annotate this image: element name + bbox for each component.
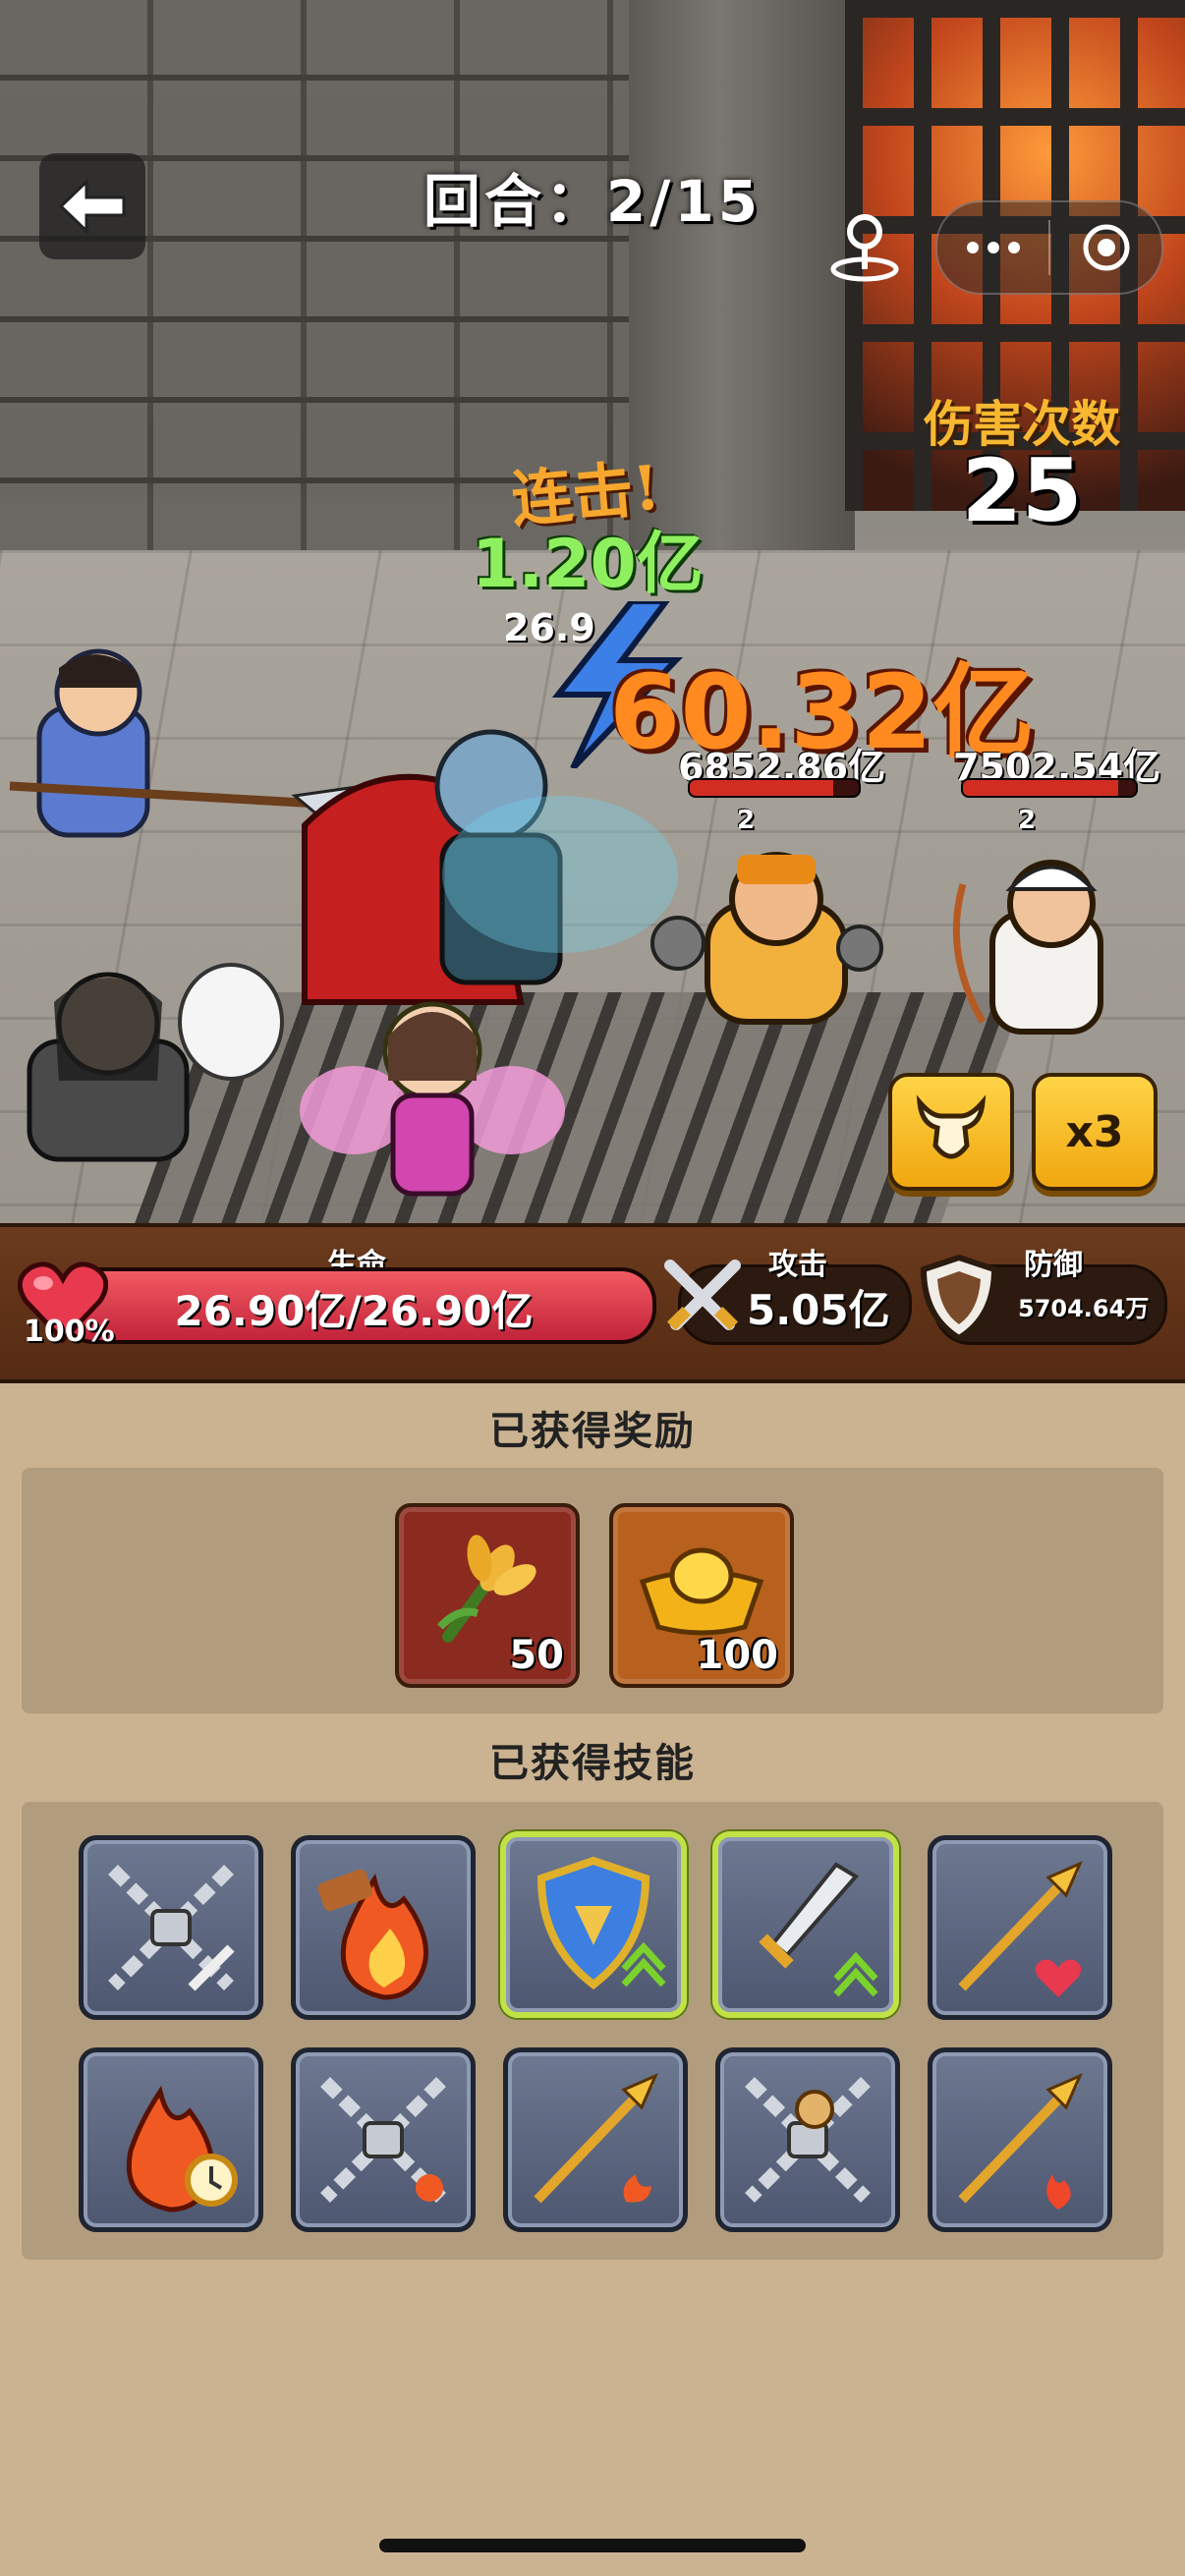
hp-percent: 100% <box>24 1315 115 1349</box>
skill-slot[interactable] <box>715 2047 900 2232</box>
rewards-panel <box>22 1468 1163 1713</box>
attack-value: 5.05亿 <box>747 1286 890 1334</box>
skill-slot[interactable] <box>291 2047 476 2232</box>
reward-item[interactable]: 50 <box>395 1503 580 1688</box>
more-dots-icon <box>966 242 1020 253</box>
skill-slot[interactable] <box>79 1835 263 2020</box>
combo-damage: 1.20亿 <box>472 526 704 603</box>
skill-slot[interactable] <box>503 2047 688 2232</box>
reward-qty: 100 <box>696 1633 779 1678</box>
skill-slot-highlighted[interactable] <box>500 1831 687 2018</box>
enemy-hp-bar <box>961 778 1138 798</box>
spear-heart-icon <box>958 1861 1083 1997</box>
defense-value: 5704.64万 <box>1018 1295 1150 1322</box>
shield-icon <box>920 1254 998 1342</box>
hero-strategist <box>27 963 284 1162</box>
stone-pillar <box>629 0 855 550</box>
enemy-level-badge: 2 <box>1018 806 1037 835</box>
reward-qty: 50 <box>509 1633 564 1678</box>
target-circle-icon <box>1083 224 1129 271</box>
spear-fire-icon <box>534 2073 658 2204</box>
gold-ingot-icon <box>639 1547 764 1636</box>
damage-count-value: 25 <box>961 440 1083 541</box>
hp-value: 26.90亿/26.90亿 <box>174 1287 534 1335</box>
speed-button[interactable]: x3 <box>1032 1073 1157 1191</box>
location-pin-icon[interactable] <box>827 208 902 283</box>
chain-lock-arrow-icon <box>745 2077 871 2203</box>
skill-slot[interactable] <box>79 2047 263 2232</box>
skill-slot[interactable] <box>291 1835 476 2020</box>
battle-scene: 回合：2/15 伤害次数 25 连击! 1.20亿 26.9 60.32亿 68… <box>0 0 1185 1223</box>
chain-lock-sword-icon <box>108 1865 235 1991</box>
chain-lock-fire-icon <box>320 2077 446 2203</box>
enemy-hp-fill <box>690 780 834 796</box>
enemy-level-badge: 2 <box>737 806 756 835</box>
speed-label: x3 <box>1065 1106 1124 1157</box>
mini-program-capsule <box>935 200 1163 295</box>
skill-slot-highlighted[interactable] <box>712 1831 899 2018</box>
grain-icon <box>437 1535 536 1643</box>
reward-item[interactable]: 100 <box>609 1503 794 1688</box>
hero-dancer <box>300 1001 565 1197</box>
shield-upgrade-icon <box>536 1856 666 1990</box>
fire-clock-icon <box>126 2085 238 2212</box>
enemy-hp-fill <box>963 780 1119 796</box>
enemy-archer <box>952 860 1103 1035</box>
auto-skill-button[interactable] <box>888 1073 1014 1191</box>
bull-head-icon <box>916 1094 987 1159</box>
enemy-hp-bar <box>688 778 861 798</box>
rewards-title: 已获得奖励 <box>489 1409 696 1454</box>
skills-title: 已获得技能 <box>489 1741 696 1786</box>
sword-upgrade-icon <box>759 1862 878 1997</box>
skill-slot[interactable] <box>928 2047 1112 2232</box>
more-button[interactable] <box>937 202 1048 293</box>
close-mini-program-button[interactable] <box>1050 202 1161 293</box>
defense-label: 防御 <box>1024 1248 1083 1282</box>
skill-slot[interactable] <box>928 1835 1112 2020</box>
home-indicator[interactable] <box>379 2539 806 2552</box>
spear-flame-icon <box>958 2073 1083 2210</box>
crossed-swords-icon <box>664 1260 741 1331</box>
fire-hammer-icon <box>317 1869 428 2000</box>
enemy-brute <box>650 852 883 1025</box>
